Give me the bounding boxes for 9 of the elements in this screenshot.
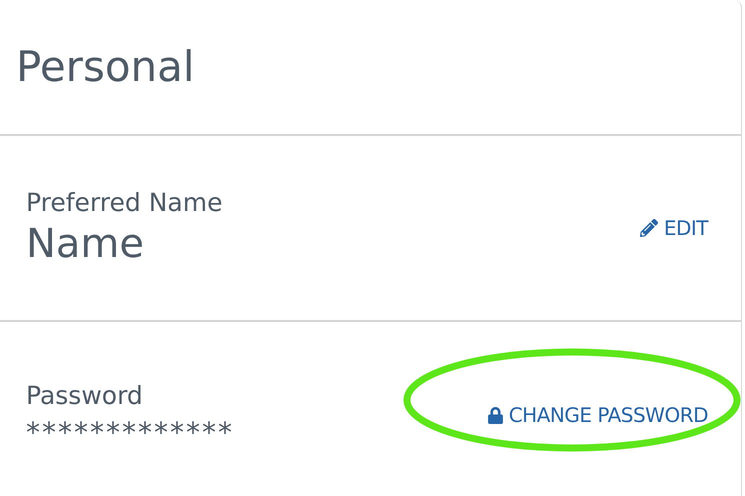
field-value: Name [26, 220, 146, 269]
field-label: Preferred Name [26, 187, 222, 219]
pencil-icon [640, 219, 658, 237]
change-password-link[interactable]: CHANGE PASSWORD [488, 400, 708, 430]
lock-icon [488, 406, 503, 424]
section-title: Personal [16, 46, 195, 88]
field-value: ************* [26, 415, 234, 450]
edit-link[interactable]: EDIT [640, 213, 708, 243]
field-label: Password [26, 380, 144, 412]
